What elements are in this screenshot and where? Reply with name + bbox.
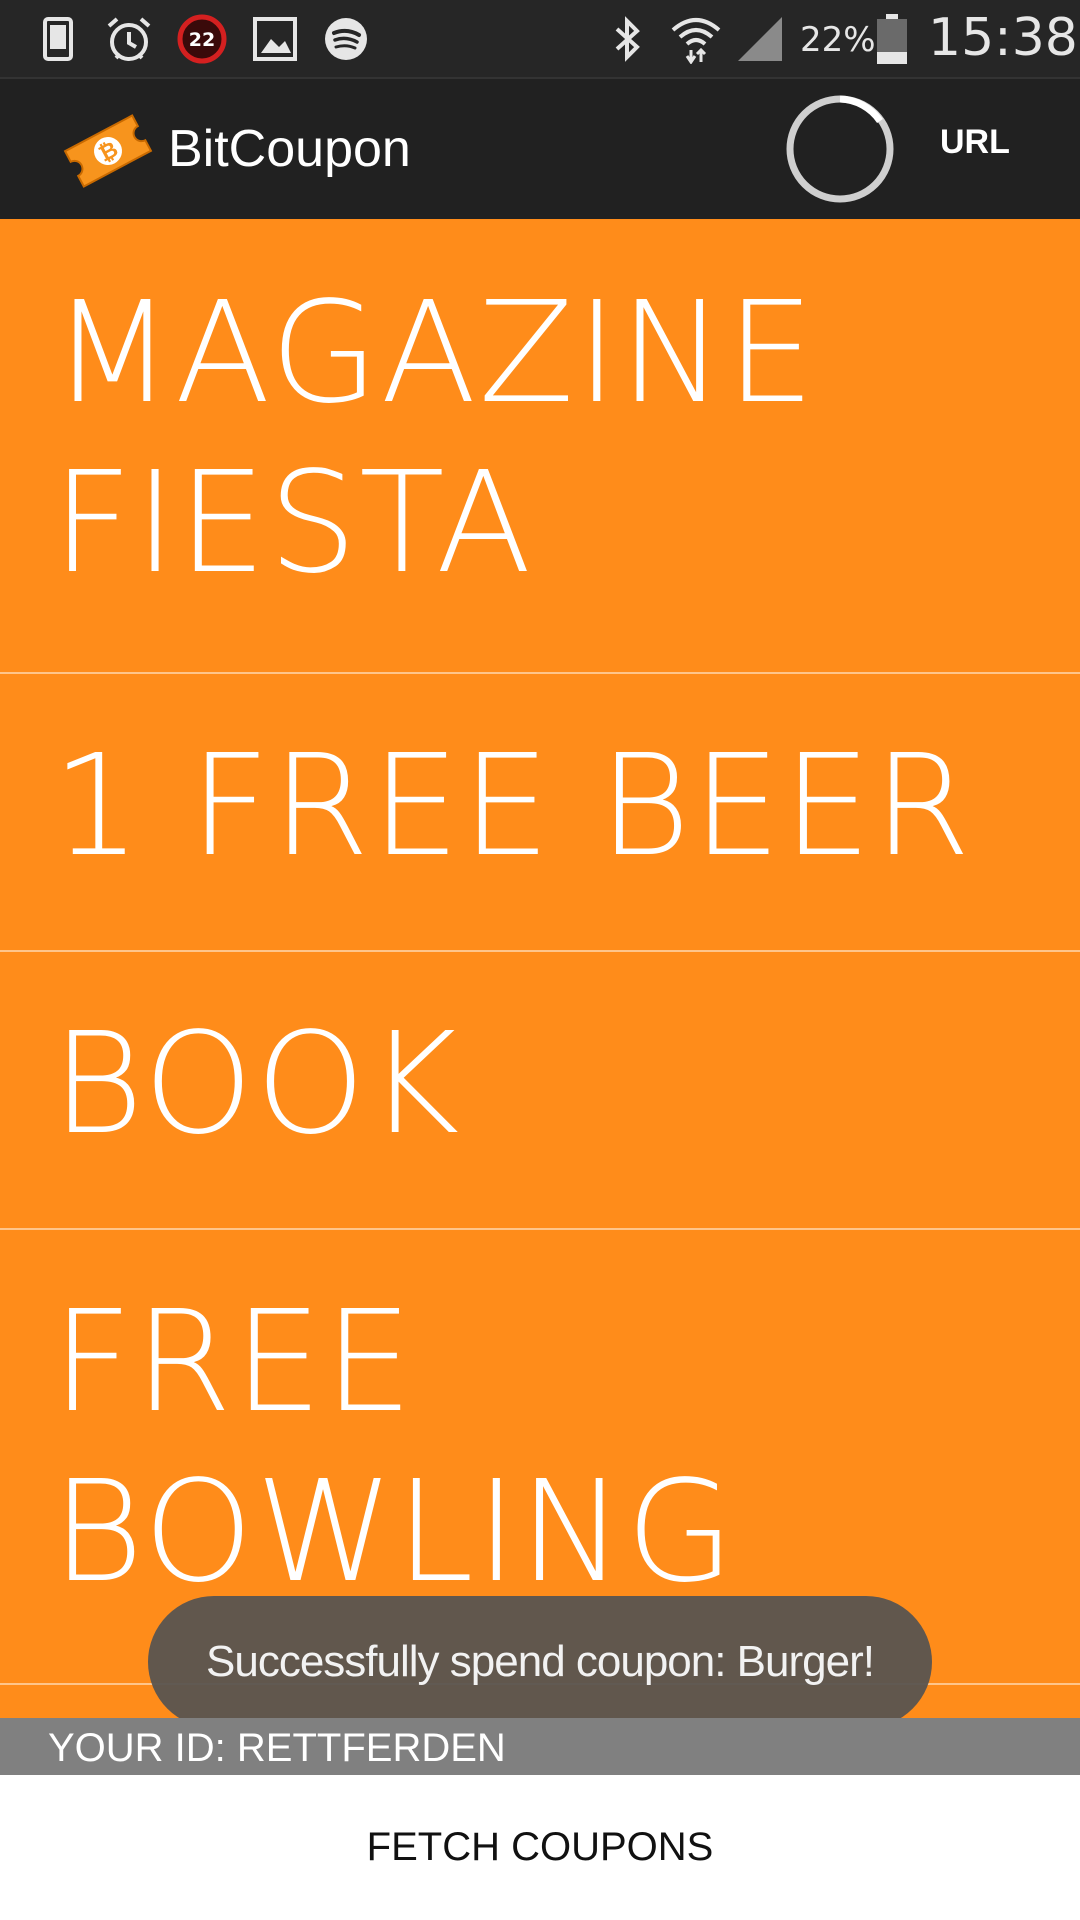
coupon-item-free-beer[interactable]: 1 FREE BEER xyxy=(0,674,1080,952)
phone-icon xyxy=(38,14,78,64)
coupon-label: 1 FREE BEER xyxy=(52,725,973,888)
fetch-coupons-button[interactable]: FETCH COUPONS xyxy=(0,1775,1080,1920)
bitcoin-ticket-icon: ₿ xyxy=(62,105,154,197)
clock-time: 15:38 xyxy=(928,8,1078,68)
coupon-item-magazine-fiesta[interactable]: MAGAZINE FIESTA xyxy=(0,219,1080,674)
coupon-label: FREE BOWLING xyxy=(52,1281,737,1614)
footer: FETCH COUPONS xyxy=(0,1775,1080,1920)
action-bar: ₿ BitCoupon URL xyxy=(0,77,1080,219)
coupon-label: BOOK xyxy=(52,1003,462,1166)
user-id-text: YOUR ID: RETTFERDEN xyxy=(48,1726,506,1770)
app-title: BitCoupon xyxy=(168,120,411,178)
battery-percent: 22% xyxy=(800,20,876,60)
alarm-icon xyxy=(104,14,154,64)
notification-badge-icon: 22 xyxy=(176,14,228,64)
bluetooth-icon xyxy=(608,14,648,64)
cell-signal-icon xyxy=(734,14,786,64)
wifi-icon xyxy=(668,14,724,64)
spotify-icon xyxy=(320,14,372,64)
status-bar: 22 22% 15:38 xyxy=(0,0,1080,77)
coupon-list: MAGAZINE FIESTA 1 FREE BEER BOOK FREE BO… xyxy=(0,219,1080,1718)
loading-spinner-icon xyxy=(784,93,896,205)
image-icon xyxy=(250,14,300,64)
coupon-label: MAGAZINE FIESTA xyxy=(52,272,817,605)
toast-message: Successfully spend coupon: Burger! xyxy=(148,1596,932,1728)
coupon-item-book[interactable]: BOOK xyxy=(0,952,1080,1230)
user-id-bar: YOUR ID: RETTFERDEN xyxy=(0,1718,1080,1775)
svg-text:22: 22 xyxy=(189,29,215,51)
url-button[interactable]: URL xyxy=(940,123,1010,177)
toast-text: Successfully spend coupon: Burger! xyxy=(206,1637,875,1686)
battery-icon xyxy=(874,14,910,64)
